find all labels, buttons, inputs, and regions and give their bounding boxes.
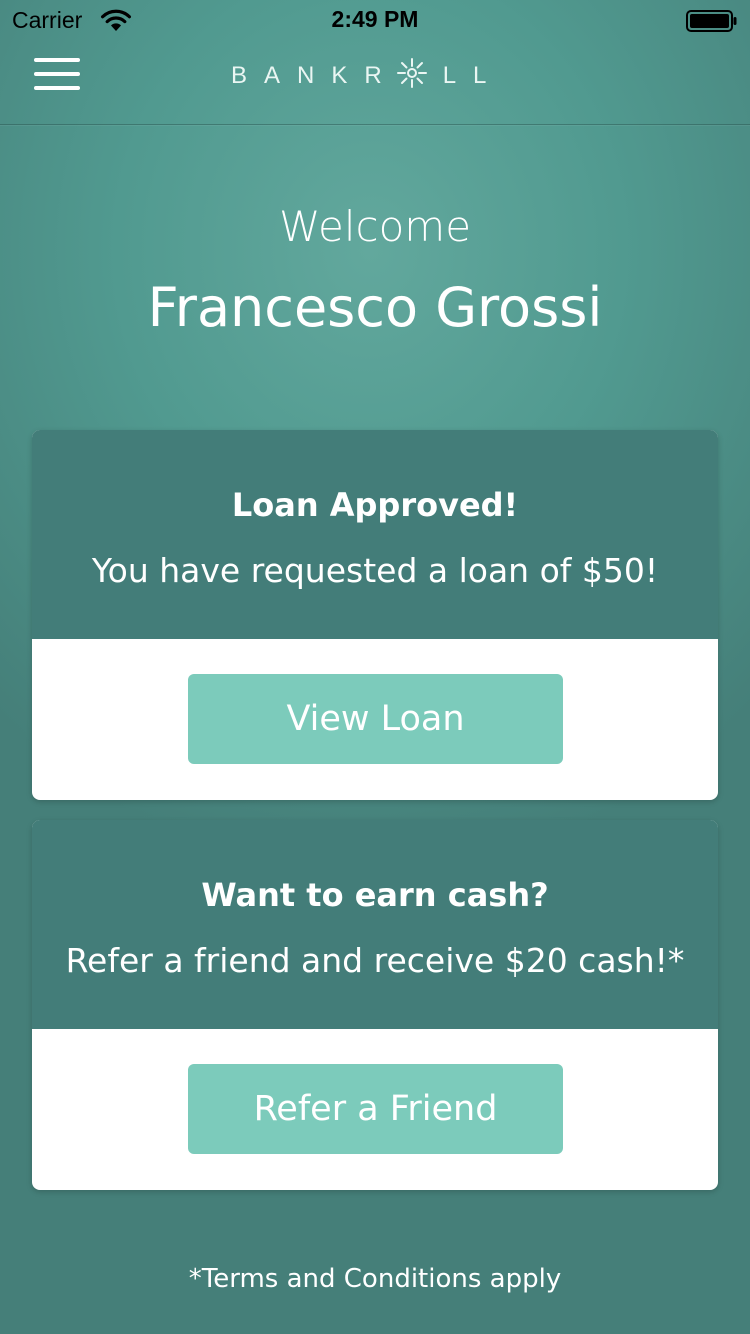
logo-text-right: LL xyxy=(442,62,504,89)
referral-card: Want to earn cash? Refer a friend and re… xyxy=(32,820,718,1190)
clock: 2:49 PM xyxy=(331,6,419,32)
refer-friend-button[interactable]: Refer a Friend xyxy=(188,1064,563,1154)
menu-icon[interactable] xyxy=(34,56,82,94)
loan-card-header: Loan Approved! You have requested a loan… xyxy=(32,430,718,639)
loan-card-footer: View Loan xyxy=(32,639,718,800)
referral-card-title: Want to earn cash? xyxy=(201,876,549,914)
status-bar: Carrier 2:49 PM xyxy=(0,0,750,40)
navigation-bar: BANKR LL xyxy=(0,40,750,125)
loan-card-title: Loan Approved! xyxy=(231,486,519,524)
welcome-greeting: Welcome xyxy=(278,202,472,251)
terms-note: *Terms and Conditions apply xyxy=(188,1264,562,1294)
logo-text-left: BANKR xyxy=(231,62,399,89)
battery-icon xyxy=(686,10,738,36)
sun-icon xyxy=(396,57,427,95)
bankroll-logo: BANKR LL xyxy=(231,57,504,95)
loan-card-text: You have requested a loan of $50! xyxy=(91,551,659,590)
user-name: Francesco Grossi xyxy=(147,276,603,339)
loan-card: Loan Approved! You have requested a loan… xyxy=(32,430,718,800)
referral-card-footer: Refer a Friend xyxy=(32,1029,718,1190)
view-loan-button[interactable]: View Loan xyxy=(188,674,563,764)
referral-card-header: Want to earn cash? Refer a friend and re… xyxy=(32,820,718,1029)
referral-card-text: Refer a friend and receive $20 cash!* xyxy=(65,941,685,980)
